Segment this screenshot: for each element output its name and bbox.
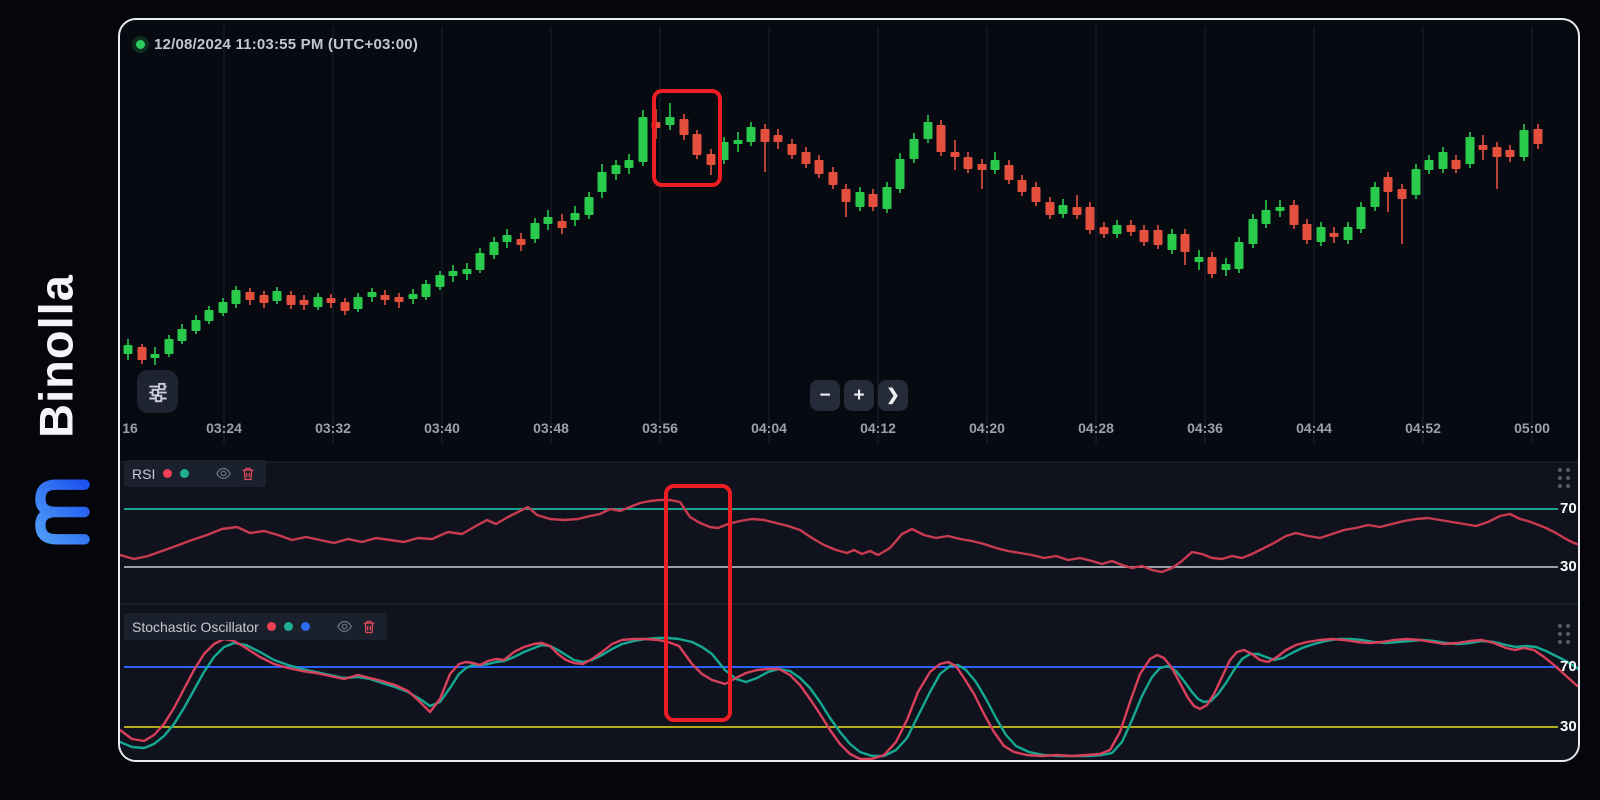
indicator-dot [163, 469, 173, 478]
rsi-color-dots [163, 469, 190, 478]
brand-name: Binolla [29, 274, 83, 438]
stochastic-visibility-button[interactable] [336, 618, 353, 635]
stochastic-level-30-label: 30 [1560, 718, 1577, 735]
binolla-logo [35, 479, 90, 545]
time-axis-label: 03:32 [315, 420, 351, 436]
scroll-right-button[interactable]: ❯ [878, 380, 908, 411]
time-axis-label: 04:52 [1405, 420, 1441, 436]
zoom-in-button[interactable]: + [844, 380, 874, 411]
stochastic-label: Stochastic Oscillator [132, 618, 259, 635]
rsi-delete-button[interactable] [240, 465, 256, 482]
time-axis-label: 04:12 [860, 420, 896, 436]
time-axis-label: 03:48 [533, 420, 569, 436]
chart-timestamp: 12/08/2024 11:03:55 PM (UTC+03:00) [154, 36, 419, 53]
brand-strip: Binolla [0, 0, 118, 800]
time-axis-label: 04:04 [751, 420, 787, 436]
rsi-drag-handle[interactable] [1558, 468, 1570, 488]
stochastic-color-dots [266, 622, 310, 631]
time-axis[interactable]: 16 03:24 03:32 03:40 03:48 03:56 04:04 04:12 04:… [120, 420, 1578, 446]
status-dot-icon [136, 40, 145, 49]
indicator-dot [300, 622, 310, 631]
time-axis-label: 03:24 [206, 420, 242, 436]
stochastic-indicator-chip: Stochastic Oscillator [124, 613, 387, 640]
stochastic-drag-handle[interactable] [1558, 624, 1570, 644]
time-axis-label: 04:20 [969, 420, 1005, 436]
rsi-indicator-chip: RSI [124, 460, 267, 487]
trash-icon [243, 467, 254, 481]
rsi-level-70-label: 70 [1560, 500, 1577, 517]
stochastic-level-70-label: 70 [1560, 658, 1577, 675]
stochastic-delete-button[interactable] [361, 618, 377, 635]
rsi-visibility-button[interactable] [215, 465, 232, 482]
eye-icon [216, 467, 232, 480]
chart-widget: 12/08/2024 11:03:55 PM (UTC+03:00) − + ❯… [118, 18, 1580, 762]
sliders-icon [148, 382, 167, 402]
timestamp-row: 12/08/2024 11:03:55 PM (UTC+03:00) [136, 36, 418, 53]
zoom-out-button[interactable]: − [810, 380, 840, 411]
indicator-dot [266, 622, 276, 631]
time-axis-label: 16 [122, 420, 138, 436]
time-axis-label: 03:40 [424, 420, 460, 436]
rsi-label: RSI [132, 465, 156, 482]
time-axis-label: 04:36 [1187, 420, 1223, 436]
eye-icon [336, 620, 352, 633]
trash-icon [363, 620, 375, 634]
time-axis-label: 05:00 [1514, 420, 1550, 436]
time-axis-label: 03:56 [642, 420, 678, 436]
time-axis-label: 04:44 [1296, 420, 1332, 436]
indicator-dot [283, 622, 293, 631]
time-axis-label: 04:28 [1078, 420, 1114, 436]
page: { "branding": {"name": "Binolla"}, "head… [0, 0, 1600, 800]
chart-settings-button[interactable] [137, 370, 178, 413]
indicator-dot [180, 469, 190, 478]
rsi-level-30-label: 30 [1560, 558, 1577, 575]
